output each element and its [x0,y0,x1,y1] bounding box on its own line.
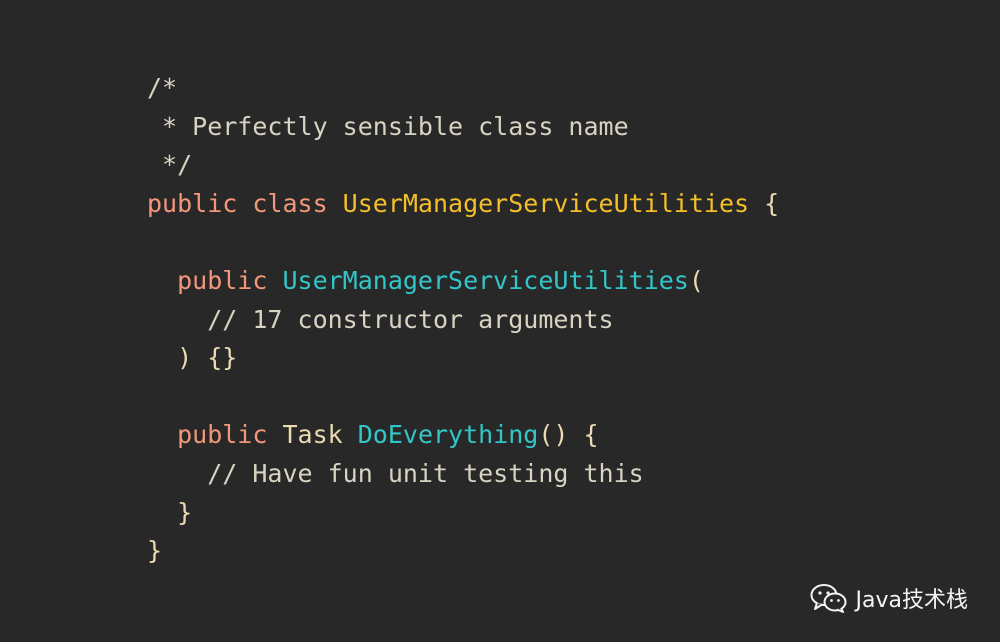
code-line: // 17 constructor arguments [147,301,779,340]
code-token: () { [538,420,599,450]
watermark-text: Java技术栈 [855,588,968,613]
code-line: ) {} [147,339,779,378]
code-token: public [147,420,283,450]
code-token: UserManagerServiceUtilities [282,265,689,295]
code-line: public Task DoEverything() { [147,416,779,455]
code-line: // Have fun unit testing this [147,455,779,494]
code-token: * Perfectly sensible class name [147,111,629,141]
wechat-icon [810,584,847,613]
code-line: /* [147,69,779,108]
code-line: public UserManagerServiceUtilities( [147,262,779,301]
code-line: } [147,532,779,571]
code-token: */ [147,150,193,180]
code-token: ( [688,265,704,295]
code-token: DoEverything [357,420,539,450]
code-block: /* * Perfectly sensible class name */ pub… [147,69,779,571]
code-editor: /* * Perfectly sensible class name */ pub… [0,0,1000,642]
code-line: */ [147,146,779,185]
code-token: ) {} [147,343,238,373]
code-token: } [147,497,193,527]
code-token: // 17 constructor arguments [147,304,614,334]
code-token: } [147,536,163,566]
watermark: Java技术栈 [810,582,968,614]
code-token: /* [147,73,178,102]
code-token: // Have fun unit testing this [147,458,644,488]
code-line: } [147,494,779,533]
code-line: * Perfectly sensible class name [147,108,779,147]
code-line: public class UserManagerServiceUtilities… [147,185,779,224]
code-token: UserManagerServiceUtilities [342,188,750,218]
code-token: Task [282,420,358,450]
code-token: { [749,188,780,218]
code-token: public [147,265,283,295]
code-token: public class [147,188,343,218]
